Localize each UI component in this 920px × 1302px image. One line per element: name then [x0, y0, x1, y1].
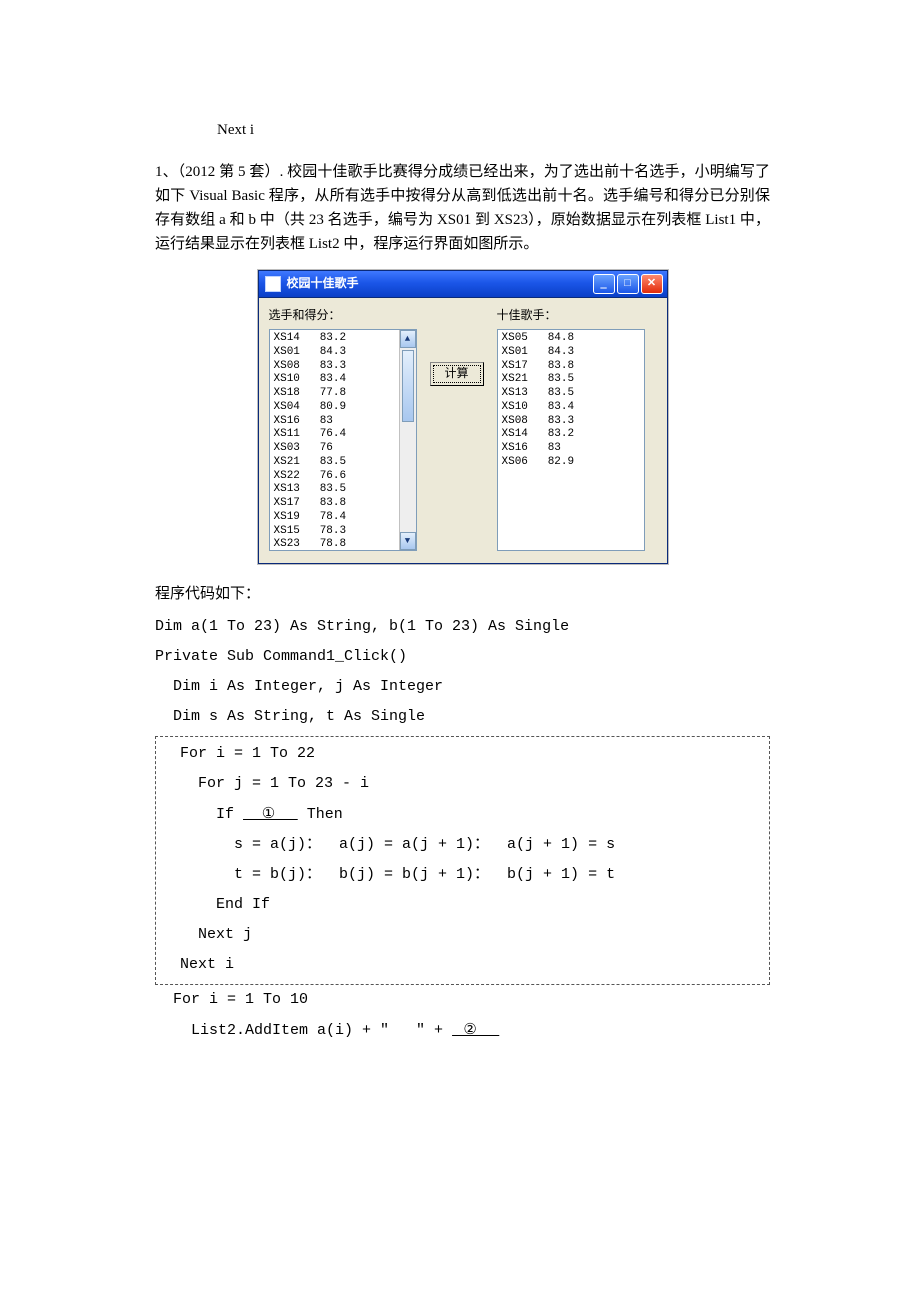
code-next-j: Next j [162, 920, 763, 950]
code-if-line: If ① Then [162, 799, 763, 830]
app-icon [265, 276, 281, 292]
titlebar: 校园十佳歌手 ‗ □ ✕ [259, 271, 667, 298]
label-list1: 选手和得分： [269, 306, 417, 325]
close-button[interactable]: ✕ [641, 274, 663, 294]
code-swap-a: s = a(j)： a(j) = a(j + 1)： a(j + 1) = s [162, 830, 763, 860]
code-caption: 程序代码如下： [155, 582, 770, 606]
code-for-j: For j = 1 To 23 - i [162, 769, 763, 799]
code-line-dim-ij: Dim i As Integer, j As Integer [155, 672, 770, 702]
minimize-button[interactable]: ‗ [593, 274, 615, 294]
blank-2: ② [452, 1022, 499, 1038]
code-endif: End If [162, 890, 763, 920]
code-additem-line: List2.AddItem a(i) + " " + ② [155, 1015, 770, 1046]
sort-loop-box: For i = 1 To 22 For j = 1 To 23 - i If ①… [155, 736, 770, 985]
app-screenshot: 校园十佳歌手 ‗ □ ✕ 选手和得分： XS14 83.2 XS01 84.3 … [155, 270, 770, 564]
prev-code-nexti: Next i [217, 118, 770, 142]
scroll-thumb[interactable] [402, 350, 414, 422]
code-for-output: For i = 1 To 10 [155, 985, 770, 1015]
window-title: 校园十佳歌手 [287, 274, 359, 293]
code-line-dim-st: Dim s As String, t As Single [155, 702, 770, 732]
code-line-sub: Private Sub Command1_Click() [155, 642, 770, 672]
code-line-dim-arrays: Dim a(1 To 23) As String, b(1 To 23) As … [155, 612, 770, 642]
blank-1: ① [243, 806, 298, 822]
question-text: 1、（2012 第 5 套）. 校园十佳歌手比赛得分成绩已经出来，为了选出前十名… [155, 160, 770, 256]
maximize-button[interactable]: □ [617, 274, 639, 294]
list1-scrollbar[interactable]: ▲ ▼ [399, 330, 416, 550]
list2[interactable]: XS05 84.8 XS01 84.3 XS17 83.8 XS21 83.5 … [497, 329, 645, 551]
code-swap-b: t = b(j)： b(j) = b(j + 1)： b(j + 1) = t [162, 860, 763, 890]
calculate-button[interactable]: 计算 [430, 362, 484, 386]
label-list2: 十佳歌手： [497, 306, 645, 325]
scroll-down-icon[interactable]: ▼ [400, 532, 416, 550]
scroll-up-icon[interactable]: ▲ [400, 330, 416, 348]
code-for-i: For i = 1 To 22 [162, 739, 763, 769]
list1[interactable]: XS14 83.2 XS01 84.3 XS08 83.3 XS10 83.4 … [269, 329, 417, 551]
code-next-i: Next i [162, 950, 763, 980]
